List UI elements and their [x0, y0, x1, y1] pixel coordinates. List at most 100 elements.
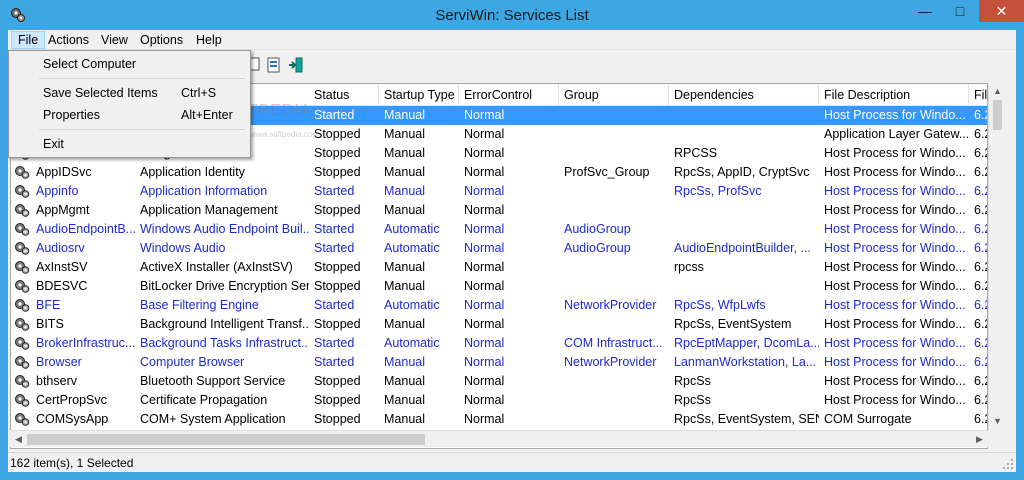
col-file-version-header[interactable]: File V — [969, 84, 987, 106]
vertical-scroll-thumb[interactable] — [993, 100, 1002, 130]
service-gear-icon — [15, 299, 30, 312]
table-row[interactable]: BDESVC BitLocker Drive Encryption Ser... S… — [11, 277, 987, 296]
cell-dependencies: RpcSs, EventSystem — [674, 317, 792, 331]
cell-startup-type: Manual — [384, 317, 425, 331]
cell-dependencies: RPCSS — [674, 146, 718, 160]
cell-group: ProfSvc_Group — [564, 165, 650, 179]
resize-grip-icon[interactable] — [1002, 458, 1014, 470]
cell-status: Started — [314, 222, 355, 236]
col-group-header[interactable]: Group — [559, 84, 669, 106]
cell-file-version: 6.2.9 — [974, 317, 987, 331]
table-row[interactable]: AppIDSvc Application Identity Stopped Manua… — [11, 163, 987, 182]
cell-errorcontrol: Normal — [464, 222, 505, 236]
scroll-down-arrow-icon[interactable]: ▼ — [989, 413, 1006, 430]
cell-display-name: Windows Audio Endpoint Buil... — [140, 222, 309, 236]
menu-properties[interactable]: Properties Alt+Enter — [11, 105, 248, 125]
scroll-left-arrow-icon[interactable]: ◀ — [10, 431, 27, 448]
menu-select-computer[interactable]: Select Computer — [11, 54, 248, 74]
table-row[interactable]: AppMgmt Application Management Stopped Manu… — [11, 201, 987, 220]
table-row[interactable]: BITS Background Intelligent Transf... Stop… — [11, 315, 987, 334]
table-row[interactable]: bthserv Bluetooth Support Service Stopped M… — [11, 372, 987, 391]
cell-service-name: COMSysApp — [36, 412, 109, 426]
col-file-description-header[interactable]: File Description — [819, 84, 969, 106]
menu-file[interactable]: File — [11, 31, 46, 49]
cell-display-name: Application Information — [140, 184, 268, 198]
menu-help[interactable]: Help — [190, 31, 228, 49]
cell-group — [559, 182, 669, 201]
scroll-right-arrow-icon[interactable]: ▶ — [971, 431, 988, 448]
cell-dependencies: RpcSs, WfpLwfs — [674, 298, 766, 312]
cell-dependencies: RpcSs, AppID, CryptSvc — [674, 165, 810, 179]
cell-file-version: 6.2.9 — [974, 393, 987, 407]
horizontal-scroll-thumb[interactable] — [27, 434, 425, 445]
cell-startup-type: Manual — [384, 393, 425, 407]
cell-errorcontrol: Normal — [464, 374, 505, 388]
cell-service-name: BrokerInfrastruc... — [36, 336, 135, 350]
cell-status: Started — [314, 241, 355, 255]
table-row[interactable]: Browser Computer Browser Started Manual Norm… — [11, 353, 987, 372]
cell-file-version: 6.2.9 — [974, 241, 987, 255]
menu-bar: File Actions View Options Help — [8, 30, 1016, 50]
scroll-up-arrow-icon[interactable]: ▲ — [989, 83, 1006, 100]
cell-group — [559, 277, 669, 296]
cell-file-description: Host Process for Windo... — [824, 146, 966, 160]
maximize-button[interactable]: □ — [945, 0, 975, 22]
cell-file-version: 6.2.9 — [974, 108, 987, 122]
title-bar[interactable]: ServiWin: Services List — □ ✕ — [0, 0, 1024, 30]
menu-actions[interactable]: Actions — [42, 31, 95, 49]
menu-properties-shortcut: Alt+Enter — [181, 108, 233, 122]
table-row[interactable]: Appinfo Application Information Started Man… — [11, 182, 987, 201]
app-window: ServiWin: Services List — □ ✕ File Actio… — [0, 0, 1024, 480]
cell-dependencies — [669, 201, 819, 220]
col-status-header[interactable]: Status — [309, 84, 379, 106]
cell-startup-type: Manual — [384, 127, 425, 141]
table-row[interactable]: Audiosrv Windows Audio Started Automatic Nor… — [11, 239, 987, 258]
menu-options[interactable]: Options — [134, 31, 189, 49]
cell-file-description: Host Process for Windo... — [824, 298, 966, 312]
cell-group — [559, 125, 669, 144]
table-row[interactable]: AudioEndpointB... Windows Audio Endpoint … — [11, 220, 987, 239]
cell-file-description: Host Process for Windo... — [824, 241, 966, 255]
minimize-button[interactable]: — — [910, 0, 940, 22]
close-button[interactable]: ✕ — [979, 0, 1024, 22]
table-row[interactable]: BrokerInfrastruc... Background Tasks Infr… — [11, 334, 987, 353]
cell-errorcontrol: Normal — [464, 108, 505, 122]
file-menu-dropdown: Select Computer Save Selected Items Ctrl… — [8, 50, 251, 158]
cell-status: Started — [314, 108, 355, 122]
table-row[interactable]: COMSysApp COM+ System Application Stopped M… — [11, 410, 987, 429]
service-gear-icon — [15, 242, 30, 255]
status-bar: 162 item(s), 1 Selected — [8, 452, 1016, 472]
cell-dependencies: RpcEptMapper, DcomLa... — [674, 336, 819, 350]
col-dependencies-header[interactable]: Dependencies — [669, 84, 819, 106]
menu-exit-label: Exit — [43, 137, 64, 151]
cell-errorcontrol: Normal — [464, 241, 505, 255]
cell-group — [559, 201, 669, 220]
table-row[interactable]: BFE Base Filtering Engine Started Automatic… — [11, 296, 987, 315]
cell-status: Stopped — [314, 393, 361, 407]
cell-file-description: Host Process for Windo... — [824, 222, 966, 236]
cell-errorcontrol: Normal — [464, 336, 505, 350]
cell-service-name: Browser — [36, 355, 82, 369]
cell-file-description: Host Process for Windo... — [824, 108, 966, 122]
cell-dependencies — [669, 125, 819, 144]
col-errorcontrol-header[interactable]: ErrorControl — [459, 84, 559, 106]
table-row[interactable]: AxInstSV ActiveX Installer (AxInstSV) Stop… — [11, 258, 987, 277]
cell-errorcontrol: Normal — [464, 127, 505, 141]
service-gear-icon — [15, 337, 30, 350]
cell-errorcontrol: Normal — [464, 146, 505, 160]
cell-errorcontrol: Normal — [464, 279, 505, 293]
vertical-scrollbar[interactable]: ▲ ▼ — [988, 83, 1006, 430]
exit-icon[interactable] — [287, 56, 305, 74]
menu-save-shortcut: Ctrl+S — [181, 86, 217, 100]
menu-save-selected[interactable]: Save Selected Items Ctrl+S — [11, 83, 248, 103]
menu-view[interactable]: View — [95, 31, 134, 49]
col-startup-type-header[interactable]: Startup Type — [379, 84, 459, 106]
menu-exit[interactable]: Exit — [11, 134, 248, 154]
cell-group: AudioGroup — [564, 222, 631, 236]
table-row[interactable]: CertPropSvc Certificate Propagation Stoppe… — [11, 391, 987, 410]
cell-status: Stopped — [314, 279, 361, 293]
properties-icon[interactable] — [265, 56, 283, 74]
horizontal-scrollbar[interactable]: ◀ ▶ — [10, 430, 988, 447]
cell-file-description: Host Process for Windo... — [824, 336, 966, 350]
cell-status: Stopped — [314, 374, 361, 388]
